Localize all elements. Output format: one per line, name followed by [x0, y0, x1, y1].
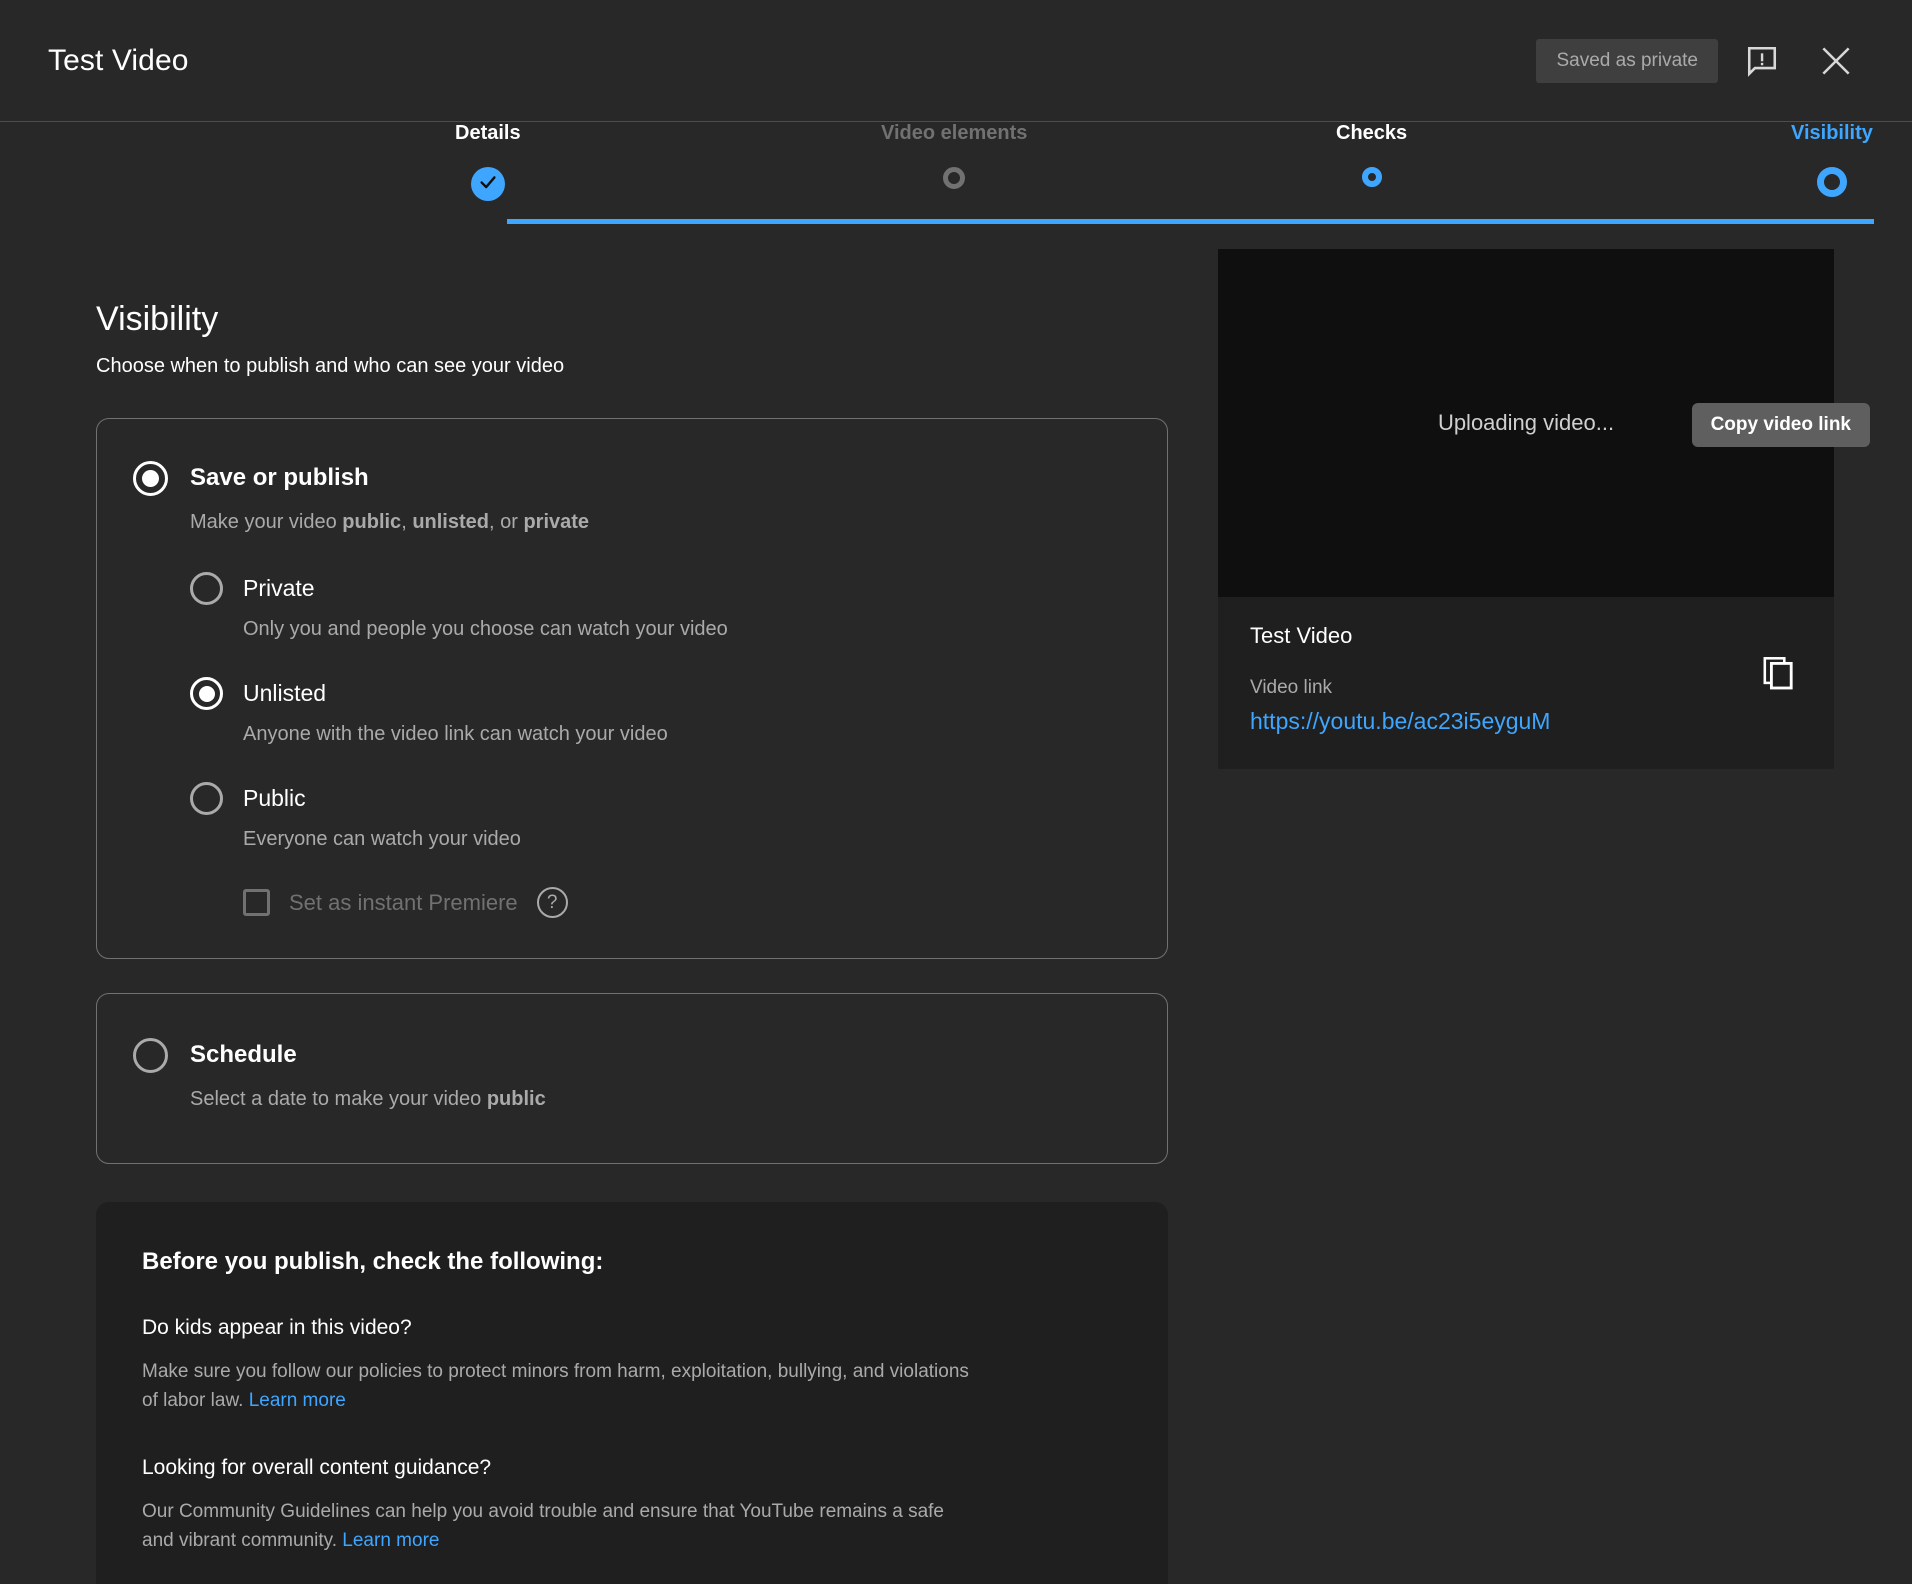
stepper-dot-checks	[1362, 167, 1382, 187]
preview-column: Uploading video... Test Video Video link…	[1218, 242, 1834, 1584]
unlisted-label: Unlisted	[243, 680, 326, 707]
upload-status-text: Uploading video...	[1438, 410, 1614, 436]
pre-publish-checklist: Before you publish, check the following:…	[96, 1202, 1168, 1584]
preview-details: Test Video Video link https://youtu.be/a…	[1218, 597, 1834, 769]
section-heading: Visibility	[96, 300, 1168, 339]
public-description: Everyone can watch your video	[243, 828, 1131, 851]
stepper-dot-details	[471, 167, 505, 201]
desc-bold-public: public	[342, 511, 401, 533]
dialog-header: Test Video Saved as private	[0, 0, 1912, 122]
stepper-step-details[interactable]: Details	[455, 122, 521, 201]
dialog-content: Visibility Choose when to publish and wh…	[0, 242, 1912, 1584]
schedule-label: Schedule	[190, 1036, 297, 1074]
stepper-step-video-elements[interactable]: Video elements	[881, 122, 1027, 189]
private-description: Only you and people you choose can watch…	[243, 618, 1131, 641]
learn-more-link-guidance[interactable]: Learn more	[342, 1530, 439, 1551]
instant-premiere-checkbox[interactable]	[243, 889, 270, 916]
instant-premiere-label: Set as instant Premiere	[289, 890, 518, 916]
header-actions: Saved as private	[1536, 31, 1866, 91]
save-or-publish-label: Save or publish	[190, 459, 369, 497]
schedule-desc-text: Select a date to make your video	[190, 1088, 487, 1110]
stepper-label-checks: Checks	[1336, 122, 1407, 145]
desc-text-3: , or	[489, 511, 523, 533]
visibility-option-private[interactable]: Private Only you and people you choose c…	[190, 572, 1131, 641]
save-or-publish-radio[interactable]	[133, 461, 168, 496]
private-radio[interactable]	[190, 572, 223, 605]
unlisted-description: Anyone with the video link can watch you…	[243, 723, 1131, 746]
checklist-question-guidance: Looking for overall content guidance?	[142, 1456, 1122, 1480]
save-or-publish-description: Make your video public, unlisted, or pri…	[190, 511, 1131, 534]
checklist-answer-guidance: Our Community Guidelines can help you av…	[142, 1497, 972, 1556]
visibility-option-unlisted[interactable]: Unlisted Anyone with the video link can …	[190, 677, 1131, 746]
stepper-label-video-elements: Video elements	[881, 122, 1027, 145]
stepper-label-visibility: Visibility	[1791, 122, 1873, 145]
preview-video-title: Test Video	[1250, 623, 1802, 649]
private-row[interactable]: Private	[190, 572, 1131, 605]
public-row[interactable]: Public	[190, 782, 1131, 815]
public-radio[interactable]	[190, 782, 223, 815]
desc-bold-unlisted: unlisted	[412, 511, 489, 533]
learn-more-link-kids[interactable]: Learn more	[249, 1390, 346, 1411]
video-preview-card: Uploading video... Test Video Video link…	[1218, 249, 1834, 769]
copy-link-tooltip: Copy video link	[1692, 403, 1870, 447]
upload-stepper: Details Video elements Checks	[231, 122, 1681, 242]
status-badge: Saved as private	[1536, 39, 1718, 83]
save-or-publish-header[interactable]: Save or publish	[133, 459, 1131, 497]
stepper-label-details: Details	[455, 122, 521, 145]
close-icon	[1817, 42, 1855, 80]
close-button[interactable]	[1806, 31, 1866, 91]
help-icon[interactable]: ?	[537, 887, 568, 918]
visibility-options-list: Private Only you and people you choose c…	[190, 572, 1131, 918]
visibility-column: Visibility Choose when to publish and wh…	[96, 242, 1168, 1584]
checklist-item: Looking for overall content guidance? Ou…	[142, 1456, 1122, 1556]
schedule-header[interactable]: Schedule	[133, 1036, 1131, 1074]
checklist-title: Before you publish, check the following:	[142, 1248, 1122, 1276]
video-link-url[interactable]: https://youtu.be/ac23i5eyguM	[1250, 708, 1802, 735]
schedule-desc-bold: public	[487, 1088, 546, 1110]
copy-icon	[1760, 655, 1796, 696]
desc-text-1: Make your video	[190, 511, 342, 533]
visibility-option-public[interactable]: Public Everyone can watch your video Set…	[190, 782, 1131, 918]
feedback-button[interactable]	[1732, 31, 1792, 91]
schedule-radio[interactable]	[133, 1038, 168, 1073]
schedule-description: Select a date to make your video public	[190, 1088, 1131, 1111]
save-or-publish-card[interactable]: Save or publish Make your video public, …	[96, 418, 1168, 959]
video-link-label: Video link	[1250, 677, 1802, 699]
stepper-dot-visibility	[1817, 167, 1847, 197]
public-label: Public	[243, 785, 306, 812]
checklist-answer-text: Our Community Guidelines can help you av…	[142, 1501, 944, 1551]
desc-text-2: ,	[401, 511, 412, 533]
checklist-answer-kids: Make sure you follow our policies to pro…	[142, 1357, 972, 1416]
stepper-track	[507, 219, 1874, 224]
feedback-icon	[1745, 44, 1779, 78]
stepper-dot-video-elements	[943, 167, 965, 189]
unlisted-row[interactable]: Unlisted	[190, 677, 1131, 710]
checklist-question-kids: Do kids appear in this video?	[142, 1316, 1122, 1340]
stepper-step-checks[interactable]: Checks	[1336, 122, 1407, 187]
schedule-card[interactable]: Schedule Select a date to make your vide…	[96, 993, 1168, 1164]
page-title: Test Video	[48, 44, 189, 78]
private-label: Private	[243, 575, 315, 602]
stepper-step-visibility[interactable]: Visibility	[1791, 122, 1873, 197]
checklist-item: Do kids appear in this video? Make sure …	[142, 1316, 1122, 1416]
desc-bold-private: private	[523, 511, 589, 533]
unlisted-radio[interactable]	[190, 677, 223, 710]
copy-video-link-button[interactable]	[1748, 645, 1808, 705]
instant-premiere-row[interactable]: Set as instant Premiere ?	[243, 887, 1131, 918]
section-subheading: Choose when to publish and who can see y…	[96, 355, 1168, 378]
upload-dialog: Test Video Saved as private	[0, 0, 1912, 1584]
check-icon	[477, 171, 499, 198]
